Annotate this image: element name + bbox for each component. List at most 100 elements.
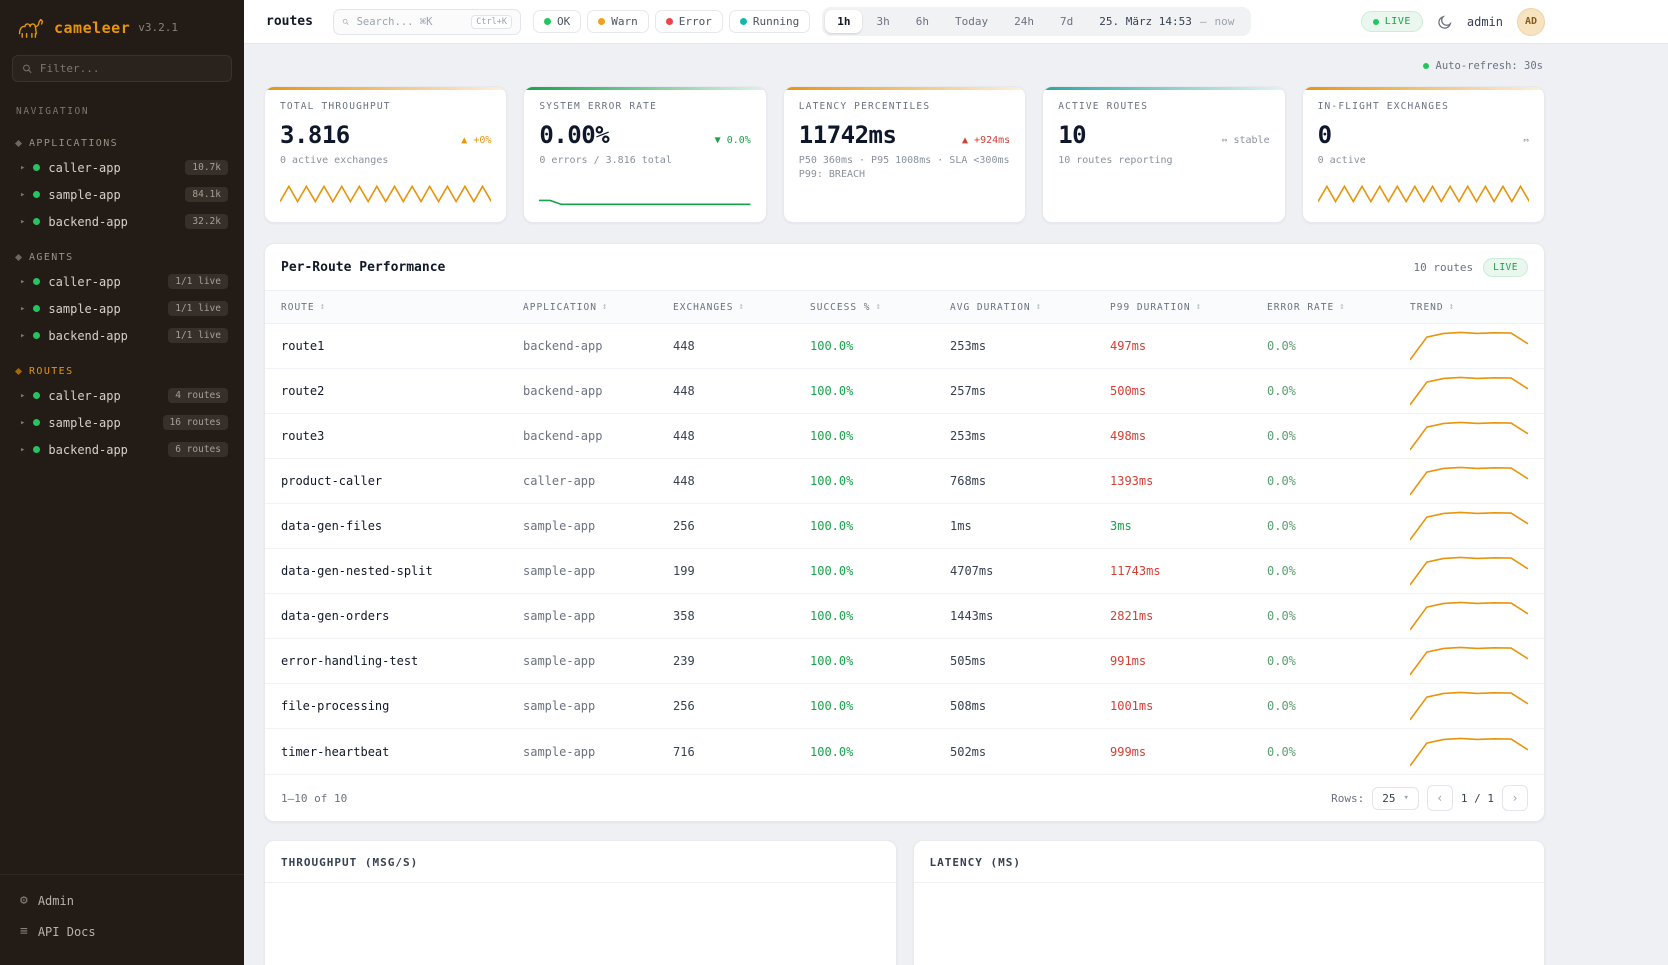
cell-p99-duration: 999ms [1110, 745, 1267, 759]
cell-application: sample-app [523, 564, 673, 578]
cell-p99-duration: 2821ms [1110, 609, 1267, 623]
kpi-sparkline [280, 180, 491, 212]
status-filter-chip[interactable]: OK [533, 10, 581, 33]
rows-per-page-select[interactable]: 25 ▾ [1372, 787, 1419, 810]
sidebar-nav-item[interactable]: ▸ caller-app 10.7k [0, 154, 244, 181]
status-filter-chip[interactable]: Warn [587, 10, 649, 33]
sidebar-item-api-docs[interactable]: ≡ API Docs [0, 916, 244, 947]
nav-section-items: ▸ caller-app 4 routes ▸ sample-app 16 ro… [0, 382, 244, 463]
time-range-24h[interactable]: 24h [1002, 10, 1046, 33]
cell-p99-duration: 498ms [1110, 429, 1267, 443]
sidebar-nav-item[interactable]: ▸ backend-app 1/1 live [0, 322, 244, 349]
time-range-today[interactable]: Today [943, 10, 1000, 33]
column-header-avg-duration[interactable]: AVG DURATION↕ [950, 302, 1110, 313]
table-row[interactable]: timer-heartbeat sample-app 716 100.0% 50… [265, 729, 1544, 774]
column-header-exchanges[interactable]: EXCHANGES↕ [673, 302, 810, 313]
status-filter-chip[interactable]: Error [655, 10, 723, 33]
nav-item-label: backend-app [48, 215, 127, 229]
sidebar-filter-input[interactable] [40, 62, 222, 75]
sidebar-nav-item[interactable]: ▸ sample-app 84.1k [0, 181, 244, 208]
cell-error-rate: 0.0% [1267, 519, 1410, 533]
sort-icon: ↕ [1339, 302, 1345, 312]
status-filter-chip[interactable]: Running [729, 10, 810, 33]
sort-icon: ↕ [738, 302, 744, 312]
kpi-card: LATENCY PERCENTILES 11742ms ▲ +924ms P50… [783, 86, 1026, 223]
search-icon [342, 16, 350, 28]
cell-application: sample-app [523, 609, 673, 623]
table-row[interactable]: data-gen-files sample-app 256 100.0% 1ms… [265, 504, 1544, 549]
nav-section-header[interactable]: APPLICATIONS [0, 133, 244, 154]
cell-error-rate: 0.0% [1267, 699, 1410, 713]
sidebar-item-admin[interactable]: ⚙ Admin [0, 885, 244, 916]
column-header-trend[interactable]: TREND↕ [1410, 302, 1528, 313]
chevron-right-icon: ▸ [20, 445, 25, 455]
table-row[interactable]: error-handling-test sample-app 239 100.0… [265, 639, 1544, 684]
nav-section-label: AGENTS [29, 252, 74, 263]
global-search-input[interactable] [357, 16, 465, 28]
kpi-label: ACTIVE ROUTES [1058, 101, 1269, 112]
table-row[interactable]: data-gen-nested-split sample-app 199 100… [265, 549, 1544, 594]
table-row[interactable]: product-caller caller-app 448 100.0% 768… [265, 459, 1544, 504]
time-range-7d[interactable]: 7d [1048, 10, 1085, 33]
sort-icon: ↕ [320, 302, 326, 312]
status-filter-group: OK Warn Error Running [533, 10, 810, 33]
cell-exchanges: 716 [673, 745, 810, 759]
table-row[interactable]: route2 backend-app 448 100.0% 257ms 500m… [265, 369, 1544, 414]
column-header-success-[interactable]: SUCCESS %↕ [810, 302, 950, 313]
trend-sparkline [1410, 418, 1528, 453]
sidebar-filter[interactable] [12, 55, 232, 82]
cell-success-percent: 100.0% [810, 654, 950, 668]
kpi-sparkline [1318, 180, 1529, 212]
time-range-6h[interactable]: 6h [904, 10, 941, 33]
cell-route: route3 [281, 429, 523, 443]
table-row[interactable]: data-gen-orders sample-app 358 100.0% 14… [265, 594, 1544, 639]
status-dot-icon [33, 446, 40, 453]
cell-error-rate: 0.0% [1267, 474, 1410, 488]
table-row[interactable]: route1 backend-app 448 100.0% 253ms 497m… [265, 324, 1544, 369]
global-search[interactable]: Ctrl+K [333, 9, 521, 35]
column-header-p99-duration[interactable]: P99 DURATION↕ [1110, 302, 1267, 313]
dark-mode-toggle[interactable] [1437, 14, 1453, 30]
chevron-right-icon: ▸ [20, 331, 25, 341]
cell-p99-duration: 3ms [1110, 519, 1267, 533]
column-header-route[interactable]: ROUTE↕ [281, 302, 523, 313]
next-page-button[interactable]: › [1502, 785, 1528, 811]
column-header-error-rate[interactable]: ERROR RATE↕ [1267, 302, 1410, 313]
column-header-application[interactable]: APPLICATION↕ [523, 302, 673, 313]
rows-label: Rows: [1331, 792, 1364, 805]
sidebar-nav-item[interactable]: ▸ backend-app 32.2k [0, 208, 244, 235]
nav-section: AGENTS ▸ caller-app 1/1 live ▸ sample-ap… [0, 247, 244, 349]
table-row[interactable]: route3 backend-app 448 100.0% 253ms 498m… [265, 414, 1544, 459]
cell-avg-duration: 768ms [950, 474, 1110, 488]
nav-section-header[interactable]: AGENTS [0, 247, 244, 268]
sidebar-nav-item[interactable]: ▸ caller-app 4 routes [0, 382, 244, 409]
kpi-label: LATENCY PERCENTILES [799, 101, 1010, 112]
nav-section-header[interactable]: ROUTES [0, 361, 244, 382]
nav-section-items: ▸ caller-app 1/1 live ▸ sample-app 1/1 l… [0, 268, 244, 349]
moon-icon [1437, 14, 1453, 30]
kpi-accent-bar [784, 87, 1025, 90]
sidebar-nav-item[interactable]: ▸ caller-app 1/1 live [0, 268, 244, 295]
cell-p99-duration: 500ms [1110, 384, 1267, 398]
user-avatar[interactable]: AD [1517, 8, 1545, 36]
time-range-1h[interactable]: 1h [825, 10, 862, 33]
cell-route: file-processing [281, 699, 523, 713]
nav-item-badge: 4 routes [168, 388, 228, 403]
nav-section-items: ▸ caller-app 10.7k ▸ sample-app 84.1k ▸ … [0, 154, 244, 235]
app-version: v3.2.1 [138, 21, 178, 34]
status-dot-icon [544, 18, 551, 25]
date-range-end: now [1215, 15, 1235, 28]
sidebar-nav-item[interactable]: ▸ sample-app 16 routes [0, 409, 244, 436]
cell-application: sample-app [523, 519, 673, 533]
table-row[interactable]: file-processing sample-app 256 100.0% 50… [265, 684, 1544, 729]
cell-avg-duration: 505ms [950, 654, 1110, 668]
sidebar-item-label: Admin [38, 894, 74, 908]
time-range-control: 1h3h6hToday24h7d 25. März 14:53 — now [822, 7, 1251, 36]
kpi-label: TOTAL THROUGHPUT [280, 101, 491, 112]
sidebar-nav-item[interactable]: ▸ backend-app 6 routes [0, 436, 244, 463]
sidebar-nav-item[interactable]: ▸ sample-app 1/1 live [0, 295, 244, 322]
time-range-3h[interactable]: 3h [864, 10, 901, 33]
prev-page-button[interactable]: ‹ [1427, 785, 1453, 811]
chip-label: OK [557, 15, 570, 28]
status-dot-icon [33, 218, 40, 225]
